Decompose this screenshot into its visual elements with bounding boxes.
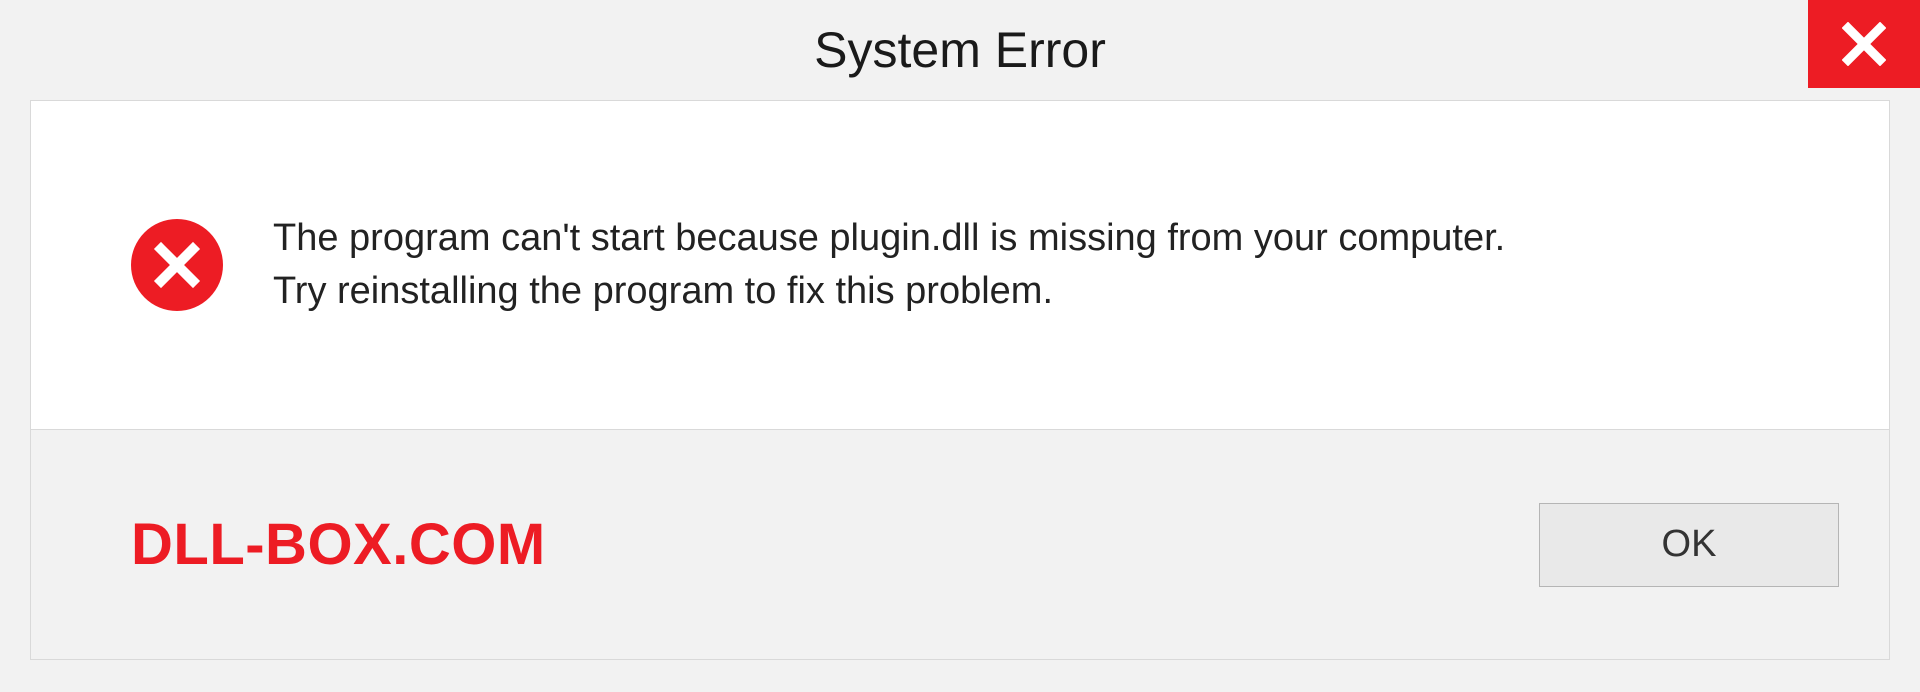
message-line-1: The program can't start because plugin.d… bbox=[273, 212, 1505, 265]
window-title: System Error bbox=[814, 21, 1106, 79]
titlebar: System Error bbox=[0, 0, 1920, 100]
close-icon bbox=[1842, 22, 1886, 66]
close-button[interactable] bbox=[1808, 0, 1920, 88]
message-area: The program can't start because plugin.d… bbox=[30, 100, 1890, 430]
error-icon bbox=[131, 219, 223, 311]
watermark-text: DLL-BOX.COM bbox=[131, 511, 546, 578]
footer: DLL-BOX.COM OK bbox=[30, 430, 1890, 660]
ok-button[interactable]: OK bbox=[1539, 503, 1839, 587]
error-message: The program can't start because plugin.d… bbox=[273, 212, 1505, 318]
message-line-2: Try reinstalling the program to fix this… bbox=[273, 265, 1505, 318]
